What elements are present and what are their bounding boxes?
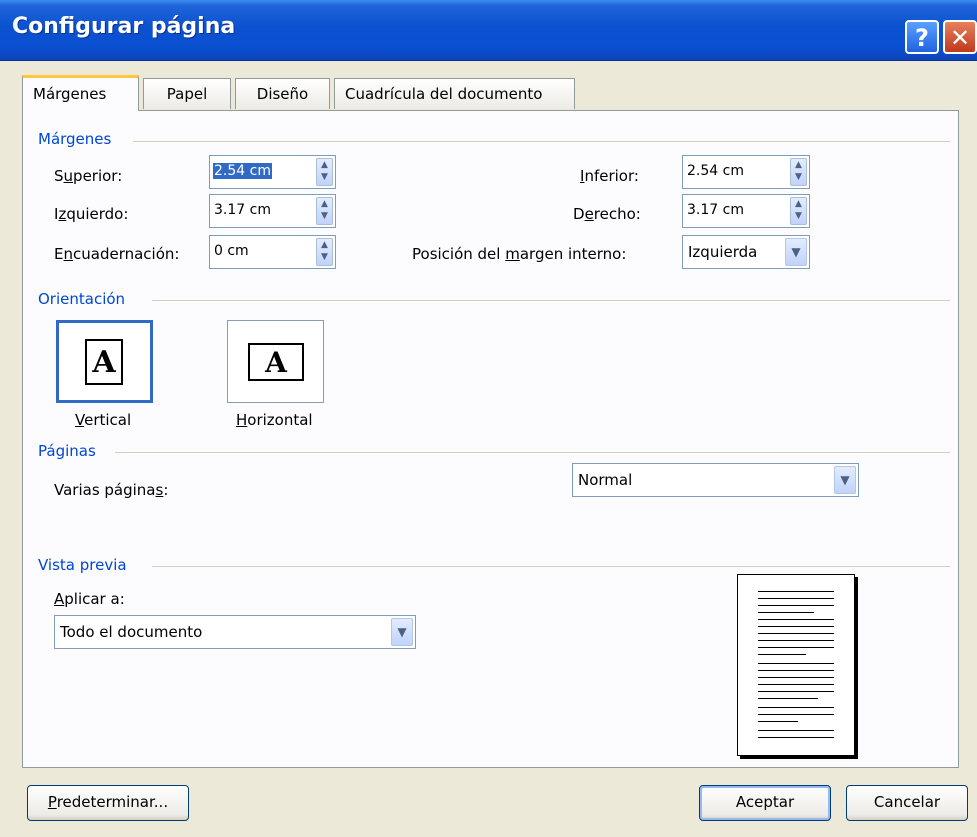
tab-papel[interactable]: Papel [143, 78, 231, 109]
right-margin-spinner[interactable]: 3.17 cm ▲ ▼ [682, 194, 810, 228]
apply-to-label: Aplicar a: [54, 590, 125, 608]
bottom-margin-label: Inferior: [580, 167, 639, 185]
gutter-spinner[interactable]: 0 cm ▲ ▼ [209, 235, 336, 269]
spinner-arrows-icon[interactable]: ▲ ▼ [316, 158, 333, 186]
bottom-margin-spinner[interactable]: 2.54 cm ▲ ▼ [682, 155, 810, 189]
apply-to-select[interactable]: Todo el documento ▼ [54, 615, 416, 649]
set-default-button[interactable]: Predeterminar... [27, 785, 189, 821]
right-margin-label: Derecho: [573, 205, 641, 223]
title-bar: Configurar página ? ✕ [0, 0, 977, 61]
spinner-arrows-icon[interactable]: ▲ ▼ [316, 197, 333, 225]
tab-cuadricula[interactable]: Cuadrícula del documento [334, 78, 575, 109]
gutter-position-select[interactable]: Izquierda ▼ [682, 235, 810, 269]
portrait-label: Vertical [75, 411, 132, 429]
landscape-option[interactable]: A [227, 320, 324, 403]
help-button[interactable]: ? [905, 20, 939, 54]
top-margin-value[interactable]: 2.54 cm [213, 163, 272, 179]
cancel-button[interactable]: Cancelar [846, 785, 968, 821]
portrait-option[interactable]: A [56, 320, 153, 403]
landscape-page-icon: A [248, 343, 304, 381]
gutter-value[interactable]: 0 cm [213, 243, 250, 259]
spinner-arrows-icon[interactable]: ▲ ▼ [316, 238, 333, 266]
spinner-arrows-icon[interactable]: ▲ ▼ [790, 158, 807, 186]
gutter-position-value: Izquierda [688, 243, 758, 261]
top-margin-label: Superior: [54, 167, 123, 185]
pages-group-title: Páginas [38, 442, 96, 460]
close-button[interactable]: ✕ [943, 20, 977, 54]
window-title: Configurar página [12, 14, 236, 39]
left-margin-spinner[interactable]: 3.17 cm ▲ ▼ [209, 194, 336, 228]
multiple-pages-label: Varias páginas: [54, 481, 169, 499]
preview-group-title: Vista previa [38, 556, 127, 574]
orientation-group-title: Orientación [38, 290, 126, 308]
gutter-position-label: Posición del margen interno: [412, 245, 627, 263]
tab-margenes[interactable]: Márgenes [22, 75, 139, 111]
bottom-margin-value[interactable]: 2.54 cm [686, 163, 745, 179]
spinner-arrows-icon[interactable]: ▲ ▼ [790, 197, 807, 225]
margins-group-title: Márgenes [38, 130, 112, 148]
pages-divider [115, 452, 950, 453]
tab-diseno[interactable]: Diseño [235, 78, 330, 109]
apply-to-value: Todo el documento [60, 623, 203, 641]
left-margin-value[interactable]: 3.17 cm [213, 202, 272, 218]
multiple-pages-value: Normal [578, 471, 633, 489]
left-margin-label: Izquierdo: [54, 205, 129, 223]
chevron-down-icon[interactable]: ▼ [391, 618, 413, 646]
landscape-label: Horizontal [236, 411, 313, 429]
margins-divider [133, 141, 950, 142]
chevron-down-icon[interactable]: ▼ [785, 238, 807, 266]
multiple-pages-select[interactable]: Normal ▼ [572, 463, 859, 497]
preview-divider [152, 566, 950, 567]
page-preview-thumbnail [737, 574, 855, 756]
orientation-divider [152, 300, 950, 301]
ok-button[interactable]: Aceptar [699, 785, 831, 821]
gutter-label: Encuadernación: [54, 245, 180, 263]
right-margin-value[interactable]: 3.17 cm [686, 202, 745, 218]
top-margin-spinner[interactable]: 2.54 cm ▲ ▼ [209, 155, 336, 189]
chevron-down-icon[interactable]: ▼ [834, 466, 856, 494]
portrait-page-icon: A [85, 339, 123, 385]
